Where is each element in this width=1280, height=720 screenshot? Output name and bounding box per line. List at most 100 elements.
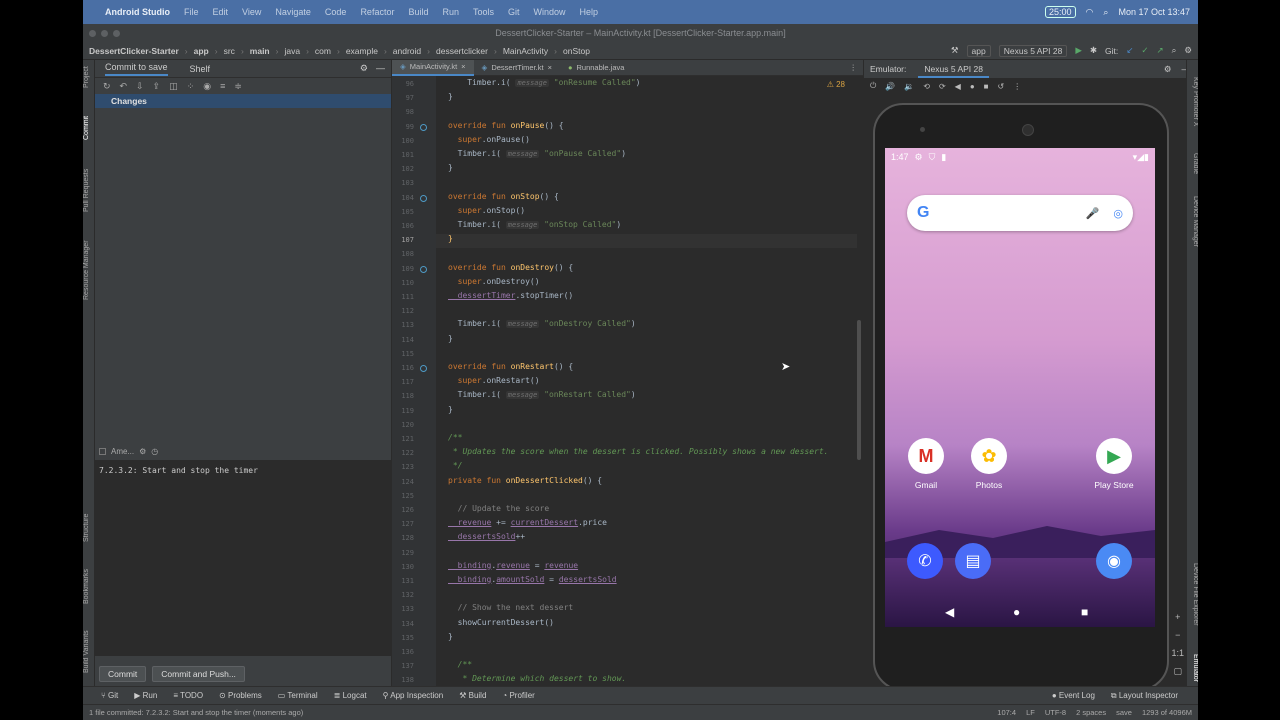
tab-shelf[interactable]: Shelf (190, 64, 211, 74)
menu-code[interactable]: Code (325, 7, 347, 17)
code-line[interactable]: /** (448, 433, 462, 442)
rotate-right-icon[interactable]: ⟳ (939, 82, 946, 91)
tab-desserttimer[interactable]: ◈ DessertTimer.kt × (474, 60, 560, 76)
snapshot-icon[interactable]: ↺ (998, 82, 1005, 91)
menu-window[interactable]: Window (534, 7, 566, 17)
tool-structure[interactable]: Structure (83, 508, 95, 548)
line-separator[interactable]: LF (1026, 708, 1035, 717)
run-icon[interactable]: ▶ (1075, 45, 1082, 56)
breadcrumb-com[interactable]: com (315, 46, 331, 56)
more-icon[interactable]: ⋮ (1013, 82, 1021, 91)
tool-commit[interactable]: Commit (83, 110, 95, 146)
traffic-lights[interactable] (89, 29, 120, 37)
code-line[interactable]: binding.revenue = revenue (448, 561, 578, 570)
code-area[interactable]: 96 Timber.i( message "onResume Called") 9… (392, 76, 863, 686)
gear-icon[interactable]: ⚙ (1164, 64, 1172, 75)
code-line[interactable]: super.onDestroy() (448, 277, 540, 286)
collapse-all-icon[interactable]: ≑ (234, 81, 242, 92)
android-overview-icon[interactable]: ■ (1081, 605, 1088, 619)
code-line[interactable]: } (448, 92, 453, 101)
app-play-store[interactable]: ▶ Play Store (1085, 438, 1143, 490)
status-message[interactable]: 1 file committed: 7.2.3.2: Start and sto… (89, 708, 303, 717)
tool-event-log[interactable]: ● Event Log (1052, 691, 1095, 701)
google-search-bar[interactable]: G 🎤 ◎ (907, 195, 1133, 231)
device-screen[interactable]: 1:47 ⚙ ⛉ ▮ ▾◢▮ G 🎤 ◎ M Gmail ✿ Photos ▶ … (885, 148, 1155, 627)
tool-emulator[interactable]: Emulator (1187, 650, 1198, 686)
code-line[interactable]: Timber.i( message "onRestart Called") (448, 390, 636, 400)
gear-icon[interactable]: ⚙ (139, 447, 146, 456)
override-gutter-icon[interactable] (420, 123, 427, 131)
tool-device-file-explorer[interactable]: Device File Explorer (1187, 556, 1198, 632)
zoom-actual-size[interactable]: 1:1 (1171, 648, 1184, 658)
volume-up-icon[interactable]: 🔊 (885, 82, 895, 91)
expand-all-icon[interactable]: ≡ (220, 81, 225, 91)
gear-icon[interactable]: ⚙ (360, 63, 368, 74)
debug-icon[interactable]: ✱ (1090, 45, 1097, 56)
tool-bookmarks[interactable]: Bookmarks (83, 560, 95, 612)
breadcrumb-project[interactable]: DessertClicker-Starter (89, 46, 179, 56)
git-branch[interactable]: save (1116, 708, 1132, 717)
git-commit-icon[interactable]: ✓ (1141, 45, 1148, 56)
wifi-icon[interactable]: ◠ (1086, 7, 1094, 18)
git-update-icon[interactable]: ↙ (1126, 45, 1133, 56)
code-line[interactable]: // Show the next dessert (448, 603, 574, 612)
breadcrumb-onstop[interactable]: onStop (563, 46, 590, 56)
volume-down-icon[interactable]: 🔉 (904, 82, 914, 91)
commit-and-push-button[interactable]: Commit and Push... (152, 666, 245, 682)
git-push-icon[interactable]: ↗ (1156, 45, 1163, 56)
code-line[interactable]: override fun onStop() { (448, 192, 559, 201)
tool-todo[interactable]: ≡ TODO (173, 691, 203, 700)
tool-gradle[interactable]: Gradle (1187, 150, 1198, 178)
close-icon[interactable]: × (461, 59, 465, 75)
shelve-icon[interactable]: ⇪ (153, 81, 161, 92)
memory-indicator[interactable]: 1293 of 4096M (1142, 708, 1192, 717)
editor-scrollbar[interactable] (857, 320, 861, 460)
code-line[interactable]: binding.amountSold = dessertsSold (448, 575, 617, 584)
override-gutter-icon[interactable] (420, 265, 427, 273)
breadcrumb-android[interactable]: android (393, 46, 421, 56)
minimize-icon[interactable]: — (376, 63, 385, 74)
indent-setting[interactable]: 2 spaces (1076, 708, 1106, 717)
code-line[interactable]: override fun onDestroy() { (448, 263, 573, 272)
code-line[interactable]: private fun onDessertClicked() { (448, 476, 602, 485)
code-line[interactable]: super.onRestart() (448, 376, 540, 385)
changes-node[interactable]: Changes (95, 94, 391, 108)
more-tabs-icon[interactable]: ⋮ (850, 63, 858, 72)
caret-position[interactable]: 107:4 (997, 708, 1016, 717)
breadcrumb-mainactivity[interactable]: MainActivity (503, 46, 548, 56)
tool-build-variants[interactable]: Build Variants (83, 626, 95, 678)
tab-runnable[interactable]: ● Runnable.java (560, 60, 632, 76)
clock[interactable]: Mon 17 Oct 13:47 (1118, 7, 1190, 17)
search-icon[interactable]: ⌕ (1103, 7, 1108, 18)
eye-icon[interactable]: ◉ (203, 81, 211, 92)
tool-resource-manager[interactable]: Resource Manager (83, 232, 95, 308)
override-gutter-icon[interactable] (420, 194, 427, 202)
code-line[interactable]: /** (448, 660, 472, 669)
close-icon[interactable]: × (548, 60, 552, 76)
tool-terminal[interactable]: ▭ Terminal (278, 691, 318, 700)
refresh-icon[interactable]: ↻ (103, 81, 111, 92)
rollback-icon[interactable]: ↶ (120, 81, 128, 92)
android-back-icon[interactable]: ◀ (945, 605, 954, 619)
tool-profiler[interactable]: ◔ Profiler (502, 691, 534, 700)
mic-icon[interactable]: 🎤 (1086, 207, 1100, 220)
phone-app-icon[interactable]: ✆ (907, 543, 943, 579)
app-menu[interactable]: Android Studio (105, 7, 170, 17)
tool-project[interactable]: Project (83, 62, 95, 92)
tool-build[interactable]: ⚒ Build (459, 691, 486, 700)
timer-badge[interactable]: 25:00 (1045, 6, 1076, 18)
override-gutter-icon[interactable] (420, 365, 427, 372)
code-line[interactable]: Timber.i( message "onStop Called") (448, 220, 621, 229)
code-line[interactable]: * Determine which dessert to show. (448, 674, 626, 683)
code-line[interactable]: * Updates the score when the dessert is … (448, 447, 829, 456)
code-line[interactable]: } (448, 334, 453, 343)
tab-mainactivity[interactable]: ◈ MainActivity.kt × (392, 59, 474, 76)
download-icon[interactable]: ⇩ (136, 81, 144, 92)
code-line[interactable]: dessertsSold++ (448, 532, 525, 541)
tool-key-promoter[interactable]: Key Promoter X (1187, 72, 1198, 132)
overview-icon[interactable]: ■ (984, 82, 989, 91)
breadcrumb-app[interactable]: app (194, 46, 209, 56)
code-line[interactable]: } (448, 632, 453, 641)
breadcrumb-java[interactable]: java (284, 46, 300, 56)
breadcrumb-main[interactable]: main (250, 46, 270, 56)
